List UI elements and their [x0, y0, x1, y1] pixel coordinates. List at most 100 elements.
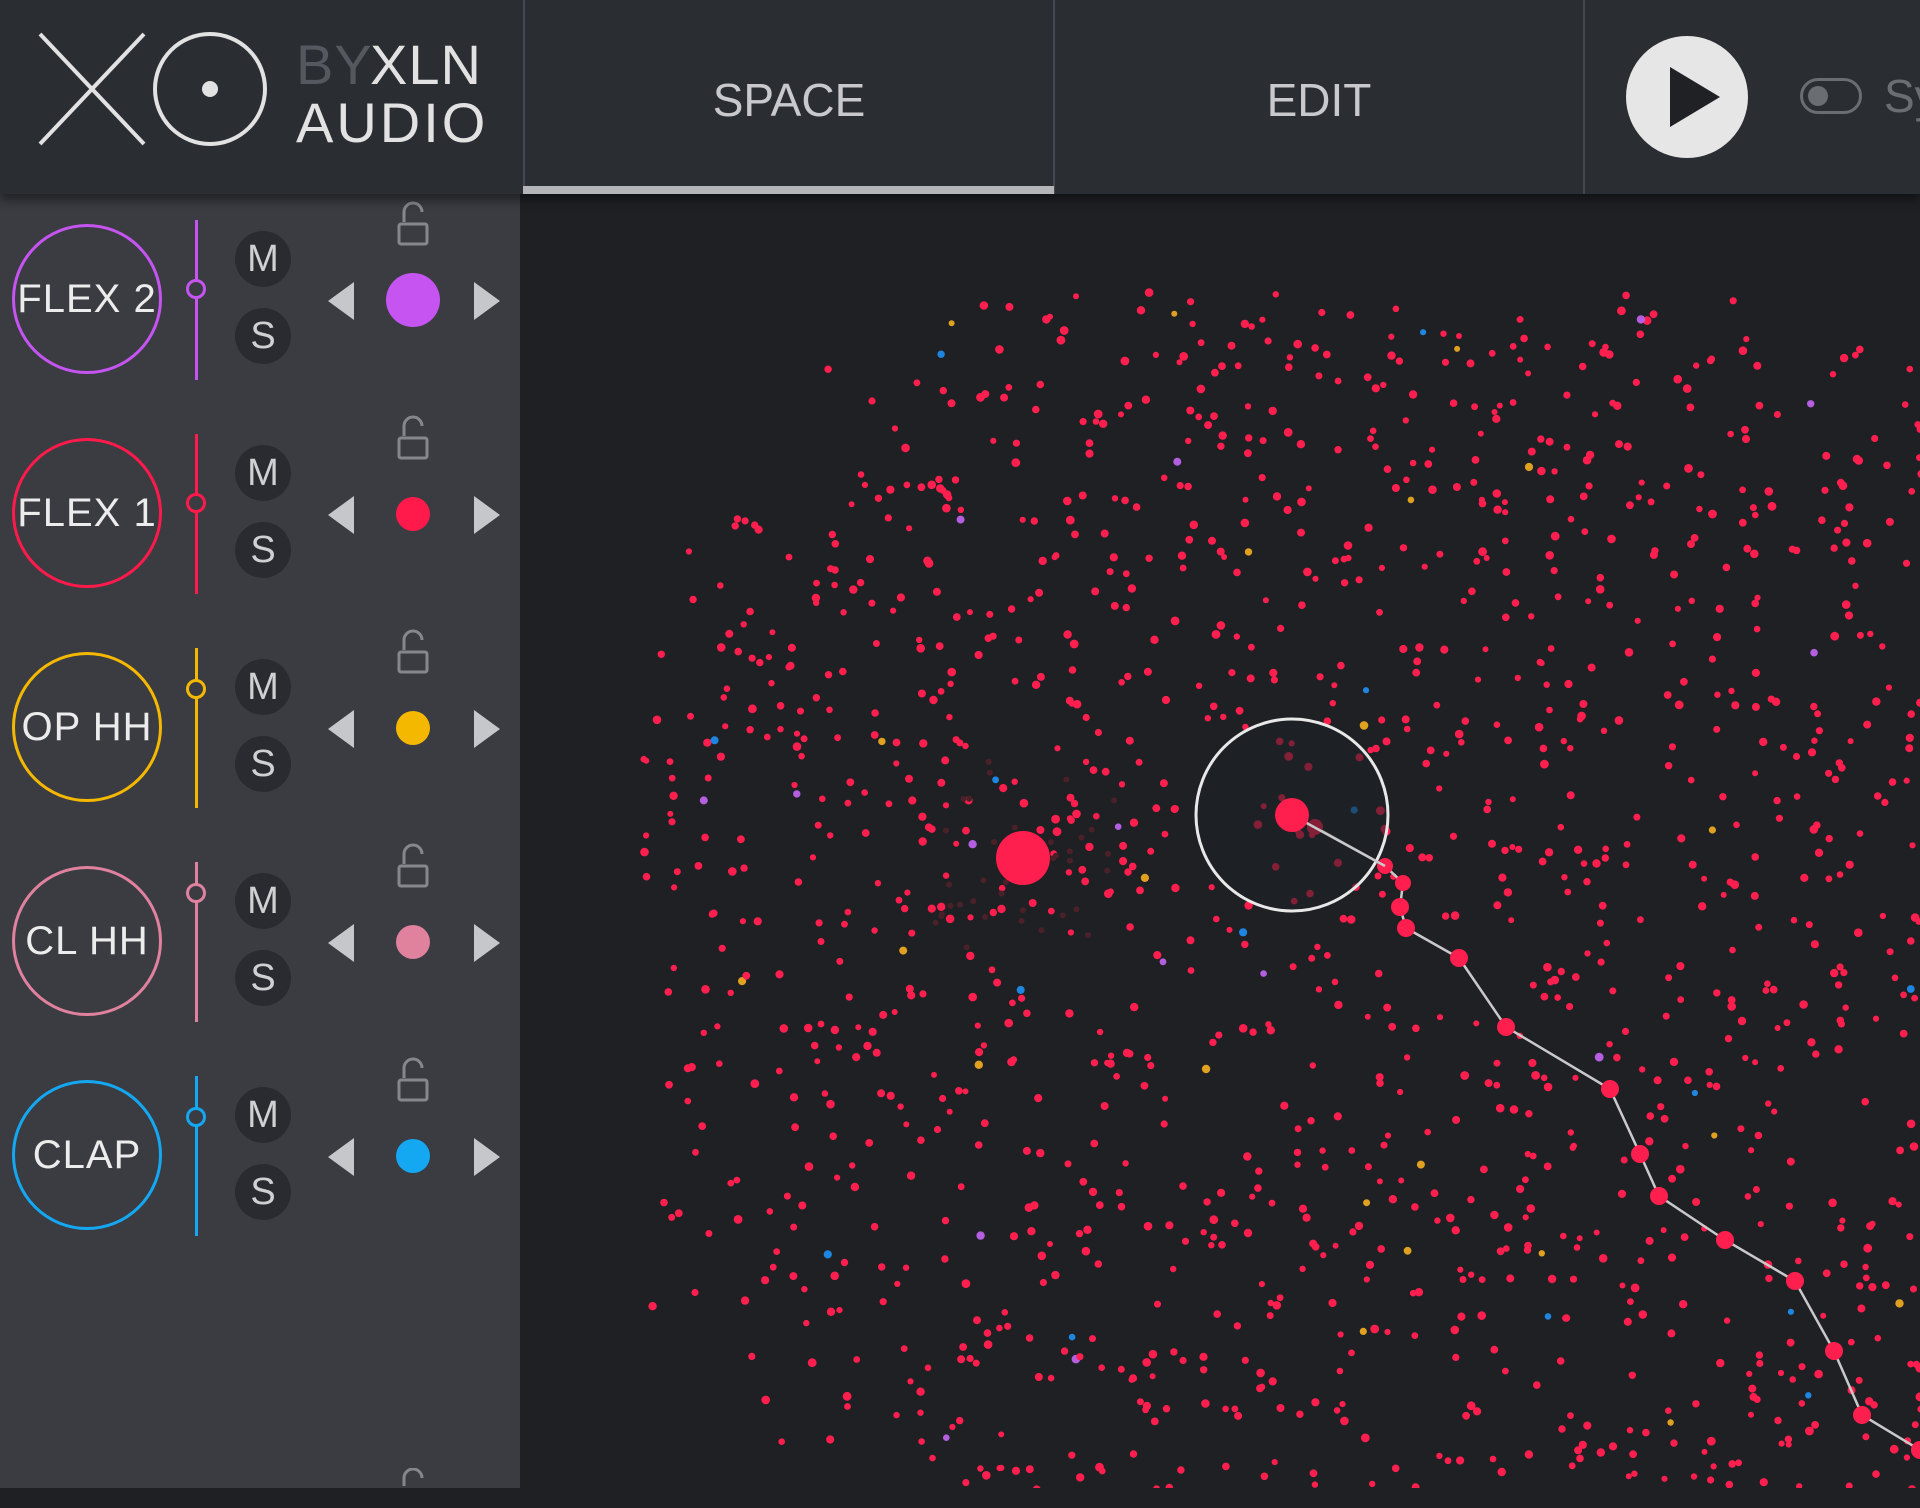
- sample-dot[interactable]: [1473, 558, 1480, 565]
- sample-dot[interactable]: [675, 1209, 683, 1217]
- sample-dot[interactable]: [999, 885, 1006, 892]
- next-sample-icon[interactable]: [474, 496, 500, 534]
- sample-dot[interactable]: [940, 387, 947, 394]
- sample-dot[interactable]: [1177, 482, 1184, 489]
- track-name-button[interactable]: CLAP: [12, 1080, 162, 1230]
- sample-dot[interactable]: [1646, 1237, 1654, 1245]
- sample-dot[interactable]: [703, 739, 711, 747]
- sample-dot[interactable]: [1406, 844, 1414, 852]
- sample-dot[interactable]: [1347, 311, 1355, 319]
- sample-dot[interactable]: [980, 301, 989, 310]
- sample-dot[interactable]: [975, 1141, 983, 1149]
- sample-dot[interactable]: [1255, 1167, 1262, 1174]
- sample-dot[interactable]: [1437, 1014, 1443, 1020]
- sample-dot[interactable]: [1477, 1311, 1486, 1320]
- sample-dot[interactable]: [869, 1028, 877, 1036]
- sample-dot[interactable]: [791, 782, 797, 788]
- sample-dot[interactable]: [1118, 1203, 1126, 1211]
- sample-dot[interactable]: [1544, 1083, 1553, 1092]
- sample-dot[interactable]: [1567, 1412, 1574, 1419]
- sample-dot[interactable]: [1086, 439, 1094, 447]
- sample-dot[interactable]: [1468, 588, 1476, 596]
- sample-dot[interactable]: [1403, 477, 1410, 484]
- sample-dot[interactable]: [1900, 1030, 1908, 1038]
- sample-dot[interactable]: [1063, 497, 1072, 506]
- sample-dot[interactable]: [671, 884, 677, 890]
- sample-dot[interactable]: [1241, 320, 1249, 328]
- sample-dot[interactable]: [1510, 399, 1517, 406]
- sample-dot[interactable]: [1470, 479, 1477, 486]
- sample-dot[interactable]: [1907, 710, 1915, 718]
- trail-sample-dot[interactable]: [1825, 1342, 1843, 1360]
- sample-dot[interactable]: [1053, 827, 1062, 836]
- sample-dot[interactable]: [1774, 411, 1781, 418]
- sample-dot[interactable]: [1748, 1412, 1754, 1418]
- sample-dot[interactable]: [824, 366, 831, 373]
- sample-dot[interactable]: [959, 1343, 967, 1351]
- sample-dot[interactable]: [982, 1471, 991, 1480]
- sample-dot[interactable]: [1599, 348, 1608, 357]
- sample-dot[interactable]: [1765, 1100, 1771, 1106]
- sample-dot[interactable]: [937, 351, 944, 358]
- active-sample-dot[interactable]: [996, 831, 1050, 885]
- sample-dot[interactable]: [1825, 770, 1832, 777]
- sample-dot[interactable]: [1913, 1361, 1920, 1368]
- sample-dot[interactable]: [1551, 567, 1558, 574]
- sample-dot[interactable]: [1189, 321, 1195, 327]
- sample-dot[interactable]: [1323, 351, 1331, 359]
- sample-dot[interactable]: [1576, 1455, 1584, 1463]
- sample-dot[interactable]: [1624, 841, 1631, 848]
- sample-dot[interactable]: [1889, 778, 1897, 786]
- sample-dot[interactable]: [750, 1079, 759, 1088]
- sample-dot[interactable]: [1108, 1053, 1114, 1059]
- sample-dot[interactable]: [1909, 842, 1915, 848]
- sample-dot[interactable]: [1360, 721, 1369, 730]
- sample-dot[interactable]: [1137, 1398, 1144, 1405]
- sample-dot[interactable]: [886, 800, 893, 807]
- sample-dot[interactable]: [1856, 1377, 1863, 1384]
- sample-dot[interactable]: [1492, 409, 1498, 415]
- sample-dot[interactable]: [1665, 974, 1672, 981]
- sample-dot[interactable]: [1841, 520, 1848, 527]
- sample-dot[interactable]: [946, 495, 953, 502]
- sample-dot[interactable]: [1467, 359, 1475, 367]
- sample-dot[interactable]: [1290, 963, 1297, 970]
- sample-dot[interactable]: [862, 482, 868, 488]
- sample-dot[interactable]: [1427, 747, 1435, 755]
- sample-dot[interactable]: [1528, 613, 1534, 619]
- sample-dot[interactable]: [1314, 944, 1320, 950]
- sample-dot[interactable]: [1231, 1220, 1239, 1228]
- sample-dot[interactable]: [1141, 1082, 1149, 1090]
- sample-dot[interactable]: [818, 938, 825, 945]
- sample-dot[interactable]: [871, 927, 877, 933]
- sample-dot[interactable]: [1171, 311, 1177, 317]
- sample-dot[interactable]: [1484, 555, 1490, 561]
- sample-dot[interactable]: [938, 688, 945, 695]
- sample-dot[interactable]: [998, 1431, 1004, 1437]
- sample-dot[interactable]: [1568, 1129, 1574, 1135]
- sample-dot[interactable]: [1569, 1462, 1576, 1469]
- sample-dot[interactable]: [1633, 814, 1640, 821]
- track-name-button[interactable]: OP HH: [12, 652, 162, 802]
- sample-dot[interactable]: [927, 481, 936, 490]
- sample-dot[interactable]: [1318, 309, 1325, 316]
- sample-dot[interactable]: [691, 1289, 698, 1296]
- sample-dot[interactable]: [1369, 1481, 1375, 1487]
- sample-dot[interactable]: [1537, 659, 1544, 666]
- sample-dot[interactable]: [1428, 485, 1437, 494]
- sample-dot[interactable]: [841, 921, 848, 928]
- sample-dot[interactable]: [1503, 1245, 1510, 1252]
- sample-dot[interactable]: [1852, 583, 1858, 589]
- sample-dot[interactable]: [1367, 435, 1374, 442]
- sample-dot[interactable]: [725, 630, 733, 638]
- sample-cloud[interactable]: [520, 194, 1920, 1488]
- sample-dot[interactable]: [1028, 596, 1034, 602]
- sample-dot[interactable]: [1728, 1460, 1736, 1468]
- sample-dot[interactable]: [1366, 1261, 1374, 1269]
- sync-toggle[interactable]: [1800, 78, 1862, 114]
- sample-dot[interactable]: [1431, 1189, 1439, 1197]
- sample-dot[interactable]: [1879, 643, 1885, 649]
- sample-dot[interactable]: [1418, 853, 1426, 861]
- sample-dot[interactable]: [834, 1175, 840, 1181]
- sample-dot[interactable]: [1337, 1368, 1344, 1375]
